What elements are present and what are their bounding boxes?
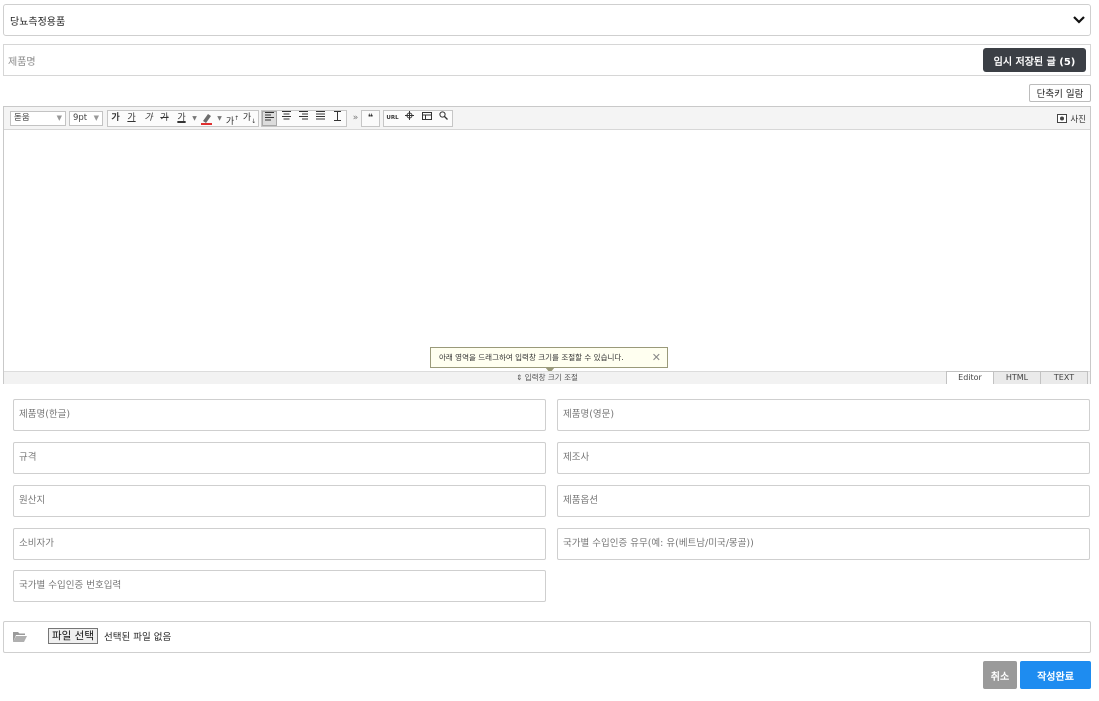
- spec-input[interactable]: 규격: [13, 442, 546, 474]
- product-name-en-input[interactable]: 제품명(영문): [557, 399, 1090, 431]
- quote-button[interactable]: ❝: [363, 111, 378, 126]
- temp-saved-button[interactable]: 임시 저장된 글 (5): [983, 48, 1086, 72]
- resize-tooltip: 아래 영역을 드래그하여 입력창 크기를 조절할 수 있습니다. ✕: [430, 347, 668, 373]
- tab-html[interactable]: HTML: [993, 371, 1041, 384]
- file-select-button[interactable]: 파일 선택: [48, 628, 98, 644]
- line-height-icon[interactable]: [330, 111, 345, 126]
- dropdown-arrow-icon: ▼: [93, 114, 99, 122]
- category-selected-value: 당뇨측정용품: [10, 16, 66, 28]
- photo-label: 사진: [1070, 114, 1086, 125]
- search-icon[interactable]: [436, 111, 451, 126]
- align-center-icon[interactable]: [279, 111, 294, 126]
- import-cert-number-input[interactable]: 국가별 수입인증 번호입력: [13, 570, 546, 602]
- tab-text[interactable]: TEXT: [1040, 371, 1088, 384]
- folder-open-icon: [13, 632, 27, 642]
- superscript-mark: ↑: [234, 115, 240, 122]
- category-select[interactable]: 당뇨측정용품: [3, 4, 1091, 36]
- font-size-value: 9pt: [73, 113, 88, 123]
- subscript-label: 가: [242, 113, 252, 123]
- superscript-button[interactable]: 가↑: [225, 111, 240, 127]
- close-icon[interactable]: ✕: [652, 351, 661, 364]
- resize-arrows-icon: ⇕: [516, 373, 525, 382]
- resize-handle-label: 입력창 크기 조절: [524, 373, 578, 382]
- chevron-down-icon: [1073, 16, 1085, 24]
- rich-text-editor: 돋움 ▼ 9pt ▼ 가 가 가 가 가 ▼ ▼ 가↑ 가↓ » ❝ URL 사…: [3, 106, 1091, 384]
- tab-editor[interactable]: Editor: [946, 371, 994, 384]
- special-char-icon[interactable]: [402, 111, 417, 126]
- file-attach-row: 파일 선택 선택된 파일 없음: [3, 621, 1091, 653]
- import-cert-input[interactable]: 국가별 수입인증 유무(예: 유(베트남/미국/몽골)): [557, 528, 1090, 560]
- table-icon[interactable]: [419, 111, 434, 126]
- italic-button[interactable]: 가: [141, 111, 156, 126]
- font-size-select[interactable]: 9pt ▼: [69, 111, 103, 126]
- editor-content-area[interactable]: [4, 130, 1090, 371]
- subscript-button[interactable]: 가↓: [242, 111, 257, 126]
- title-input[interactable]: 제품명 임시 저장된 글 (5): [3, 44, 1091, 76]
- resize-handle[interactable]: ⇕ 입력창 크기 조절: [4, 371, 1090, 384]
- product-option-input[interactable]: 제품옵션: [557, 485, 1090, 517]
- file-status-text: 선택된 파일 없음: [104, 632, 172, 643]
- photo-icon: [1057, 114, 1068, 123]
- origin-input[interactable]: 원산지: [13, 485, 546, 517]
- resize-tooltip-text: 아래 영역을 드래그하여 입력창 크기를 조절할 수 있습니다.: [439, 353, 624, 362]
- editor-mode-tabs: Editor HTML TEXT: [946, 371, 1088, 384]
- dropdown-arrow-icon: ▼: [56, 114, 62, 122]
- url-button[interactable]: URL: [385, 111, 400, 126]
- consumer-price-input[interactable]: 소비자가: [13, 528, 546, 560]
- submit-button[interactable]: 작성완료: [1020, 661, 1091, 689]
- font-family-select[interactable]: 돋움 ▼: [10, 111, 66, 126]
- cancel-button[interactable]: 취소: [983, 661, 1017, 689]
- bold-button[interactable]: 가: [108, 111, 123, 126]
- editor-toolbar: 돋움 ▼ 9pt ▼ 가 가 가 가 가 ▼ ▼ 가↑ 가↓ » ❝ URL 사…: [4, 107, 1090, 130]
- align-left-icon[interactable]: [262, 111, 277, 126]
- strikethrough-button[interactable]: 가: [157, 111, 172, 126]
- shortcut-list-button[interactable]: 단축키 일람: [1029, 84, 1091, 102]
- font-family-value: 돋움: [14, 113, 30, 123]
- underline-button[interactable]: 가: [124, 111, 139, 126]
- subscript-mark: ↓: [251, 117, 257, 125]
- photo-button[interactable]: 사진: [1057, 111, 1086, 126]
- title-placeholder: 제품명: [8, 56, 36, 68]
- product-name-kr-input[interactable]: 제품명(한글): [13, 399, 546, 431]
- align-justify-icon[interactable]: [313, 111, 328, 126]
- align-right-icon[interactable]: [296, 111, 311, 126]
- superscript-label: 가: [225, 117, 235, 127]
- manufacturer-input[interactable]: 제조사: [557, 442, 1090, 474]
